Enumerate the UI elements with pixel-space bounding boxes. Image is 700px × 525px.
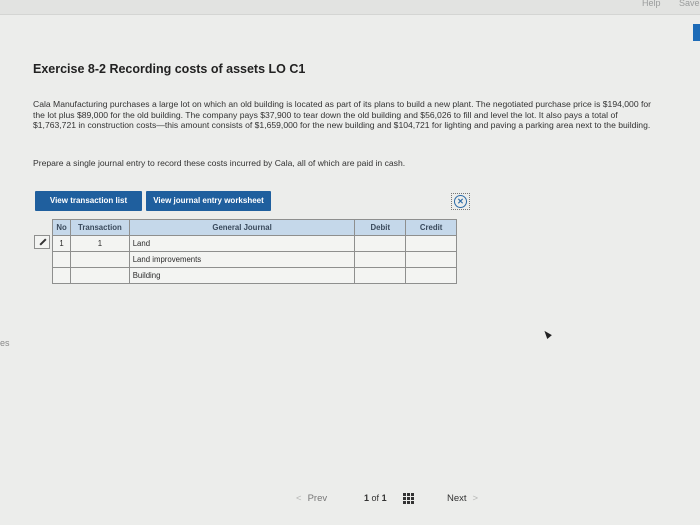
cell-account[interactable]: Land improvements xyxy=(128,251,356,268)
table-row: 1 1 Land xyxy=(51,235,457,252)
cell-debit[interactable] xyxy=(354,267,407,284)
cell-credit[interactable] xyxy=(405,267,457,284)
top-bar: Help Save xyxy=(0,0,700,15)
header-credit: Credit xyxy=(405,219,457,236)
cell-transaction xyxy=(70,267,130,284)
header-transaction: Transaction xyxy=(70,219,130,236)
table-row: Building xyxy=(51,267,457,284)
cell-transaction: 1 xyxy=(70,235,130,252)
current-page: 1 xyxy=(364,493,370,503)
help-link[interactable]: Help xyxy=(642,0,661,8)
exercise-title: Exercise 8-2 Recording costs of assets L… xyxy=(33,62,306,76)
grid-icon[interactable] xyxy=(403,493,414,504)
page-of-label: of xyxy=(371,493,380,503)
chevron-left-icon: < xyxy=(296,493,302,504)
prev-label: Prev xyxy=(307,493,328,504)
save-link[interactable]: Save xyxy=(679,0,700,8)
table-header-row: No Transaction General Journal Debit Cre… xyxy=(51,219,457,236)
header-debit: Debit xyxy=(354,219,407,236)
cell-credit[interactable] xyxy=(405,235,457,252)
side-panel-tab[interactable] xyxy=(693,24,700,41)
close-circle-icon: ✕ xyxy=(454,195,467,208)
edge-fragment: es xyxy=(0,338,10,348)
total-pages: 1 xyxy=(381,493,387,503)
cell-debit[interactable] xyxy=(354,251,407,268)
cell-transaction xyxy=(70,251,130,268)
mouse-cursor-icon xyxy=(542,329,552,339)
edit-entry-button[interactable] xyxy=(34,235,50,249)
exercise-instruction: Prepare a single journal entry to record… xyxy=(33,158,406,168)
view-journal-worksheet-button[interactable]: View journal entry worksheet xyxy=(146,191,271,211)
header-no: No xyxy=(51,219,72,236)
next-label: Next xyxy=(447,493,467,504)
cell-no xyxy=(51,251,72,268)
close-button[interactable]: ✕ xyxy=(451,193,470,210)
pencil-icon xyxy=(39,238,47,246)
cell-credit[interactable] xyxy=(405,251,457,268)
cell-no xyxy=(51,267,72,284)
cell-account[interactable]: Land xyxy=(128,235,356,252)
chevron-right-icon: > xyxy=(472,493,479,504)
prev-button[interactable]: < Prev xyxy=(296,493,327,504)
cell-no: 1 xyxy=(51,235,72,252)
view-transaction-list-button[interactable]: View transaction list xyxy=(35,191,142,211)
table-row: Land improvements xyxy=(51,251,457,268)
cell-debit[interactable] xyxy=(354,235,407,252)
cell-account[interactable]: Building xyxy=(128,267,356,284)
general-journal-table: No Transaction General Journal Debit Cre… xyxy=(51,219,457,284)
page-indicator: 1 of 1 xyxy=(364,493,387,503)
exercise-description: Cala Manufacturing purchases a large lot… xyxy=(33,99,652,131)
header-general-journal: General Journal xyxy=(128,219,356,236)
next-button[interactable]: Next > xyxy=(447,493,478,504)
